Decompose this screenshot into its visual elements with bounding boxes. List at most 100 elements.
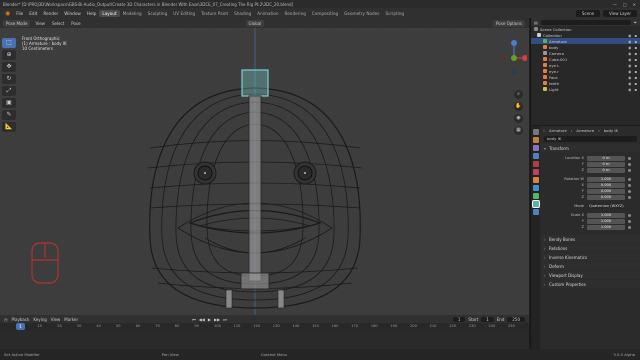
scene-tab-icon[interactable] — [532, 161, 539, 167]
menu-pose[interactable]: Pose — [69, 21, 82, 26]
move-icon[interactable]: ✥ — [2, 62, 16, 72]
render-toggle-icon[interactable]: ▪ — [634, 45, 637, 50]
eye-icon[interactable]: ◉ — [628, 57, 631, 62]
eye-icon[interactable]: ◉ — [628, 33, 631, 38]
render-toggle-icon[interactable]: ▪ — [634, 63, 637, 68]
pose-options-button[interactable]: Pose Options — [493, 19, 525, 27]
bone-constraint-tab-icon[interactable] — [532, 209, 539, 215]
mode-selector[interactable]: Pose Mode — [3, 19, 31, 27]
render-toggle-icon[interactable]: ▪ — [634, 87, 637, 92]
menu-render[interactable]: Render — [40, 11, 61, 16]
output-tab-icon[interactable] — [532, 145, 539, 151]
scene-selector[interactable]: Scene — [575, 9, 601, 17]
keyframe-dot-icon[interactable] — [628, 225, 631, 229]
scale-icon[interactable]: ⤢ — [2, 86, 16, 96]
eye-icon[interactable]: ◉ — [628, 69, 631, 74]
render-toggle-icon[interactable]: ▪ — [634, 51, 637, 56]
scale-y-field[interactable]: 1.000 — [587, 218, 625, 224]
eye-icon[interactable]: ◉ — [628, 75, 631, 80]
render-toggle-icon[interactable]: ▪ — [634, 57, 637, 62]
scale-z-field[interactable]: 1.000 — [587, 224, 625, 230]
tab-uv-editing[interactable]: UV Editing — [170, 10, 198, 17]
panel-relations[interactable]: › Relations — [541, 244, 640, 252]
keyframe-dot-icon[interactable] — [628, 177, 631, 181]
menu-window[interactable]: Window — [61, 11, 84, 16]
panel-bendy-bones[interactable]: › Bendy Bones — [541, 235, 640, 243]
view-layer-selector[interactable]: View Layer — [603, 9, 637, 17]
tab-scripting[interactable]: Scripting — [382, 10, 407, 17]
location-x-field[interactable]: 0 m — [587, 155, 625, 161]
menu-keying[interactable]: Keying — [33, 317, 46, 322]
rotation-z-field[interactable]: 0.000 — [587, 194, 625, 200]
prev-key-icon[interactable]: ◀◀ — [199, 317, 205, 322]
rotation-x-field[interactable]: 0.000 — [587, 182, 625, 188]
tab-compositing[interactable]: Compositing — [309, 10, 341, 17]
outliner-search-input[interactable] — [540, 19, 631, 25]
camera-view-icon[interactable]: ◉ — [514, 114, 523, 123]
eye-icon[interactable]: ◉ — [628, 39, 631, 44]
transform-panel-header[interactable]: ▾ Transform — [541, 144, 640, 152]
timeline-ruler[interactable]: 1 1 10 20 30 40 50 60 70 80 90 100 110 120 130 140 150 1… — [0, 323, 529, 331]
navigation-gizmo[interactable] — [501, 38, 527, 78]
outliner-item[interactable]: Light ◉ ▪ — [531, 86, 640, 92]
tab-sculpting[interactable]: Sculpting — [145, 10, 171, 17]
menu-timeline-view[interactable]: View — [51, 317, 61, 322]
keyframe-dot-icon[interactable] — [628, 162, 631, 166]
eye-icon[interactable]: ◉ — [628, 51, 631, 56]
blender-logo-icon[interactable]: ◉ — [2, 10, 13, 17]
menu-edit[interactable]: Edit — [26, 11, 40, 16]
keyframe-dot-icon[interactable] — [628, 183, 631, 187]
render-toggle-icon[interactable]: ▪ — [634, 33, 637, 38]
menu-playback[interactable]: Playback — [12, 317, 30, 322]
location-y-field[interactable]: 0 m — [587, 161, 625, 167]
tab-geometry-nodes[interactable]: Geometry Nodes — [341, 10, 382, 17]
tab-modeling[interactable]: Modeling — [120, 10, 145, 17]
menu-view[interactable]: View — [33, 21, 47, 26]
select-box-icon[interactable]: ⬚ — [2, 38, 16, 48]
measure-icon[interactable]: 📐 — [2, 122, 16, 132]
keyframe-dot-icon[interactable] — [628, 189, 631, 193]
location-z-field[interactable]: 0 m — [587, 167, 625, 173]
ortho-toggle-icon[interactable]: ▦ — [514, 126, 523, 135]
keyframe-dot-icon[interactable] — [628, 168, 631, 172]
jump-end-icon[interactable]: ⏭ — [223, 317, 227, 322]
render-tab-icon[interactable] — [532, 137, 539, 143]
end-frame-field[interactable]: 250 — [507, 316, 525, 322]
current-frame-field[interactable]: 1 — [452, 316, 466, 322]
panel-viewport-display[interactable]: › Viewport Display — [541, 271, 640, 279]
rotation-mode-dropdown[interactable]: Quaternion (WXYZ) — [587, 203, 625, 209]
modifier-tab-icon[interactable] — [532, 185, 539, 191]
timeline-editor-icon[interactable]: ◷ — [4, 317, 8, 322]
annotate-icon[interactable]: ✎ — [2, 110, 16, 120]
close-icon[interactable]: ✕ — [633, 2, 636, 7]
next-key-icon[interactable]: ▶▶ — [214, 317, 220, 322]
pan-icon[interactable]: ✋ — [514, 102, 523, 111]
eye-icon[interactable]: ◉ — [628, 81, 631, 86]
tab-rendering[interactable]: Rendering — [282, 10, 309, 17]
menu-select[interactable]: Select — [50, 21, 66, 26]
keyframe-dot-icon[interactable] — [628, 219, 631, 223]
zoom-icon[interactable]: ⌕ — [514, 90, 523, 99]
tool-tab-icon[interactable] — [532, 129, 539, 135]
rotation-y-field[interactable]: 0.000 — [587, 188, 625, 194]
render-toggle-icon[interactable]: ▪ — [634, 81, 637, 86]
keyframe-dot-icon[interactable] — [628, 156, 631, 160]
orientation-selector[interactable]: Global — [245, 19, 265, 27]
rotation-w-field[interactable]: 1.000 — [587, 176, 625, 182]
bone-name-field[interactable]: body IK — [544, 136, 637, 142]
filter-icon[interactable]: ⏷ — [634, 20, 637, 25]
play-icon[interactable]: ▶ — [208, 317, 211, 322]
outliner-display-icon[interactable]: ▤ — [534, 20, 538, 25]
panel-inverse-kinematics[interactable]: › Inverse Kinematics — [541, 253, 640, 261]
transform-icon[interactable]: ▣ — [2, 98, 16, 108]
maximize-icon[interactable]: □ — [623, 2, 627, 7]
render-toggle-icon[interactable]: ▪ — [634, 39, 637, 44]
minimize-icon[interactable]: — — [613, 2, 617, 7]
tab-shading[interactable]: Shading — [231, 10, 254, 17]
eye-icon[interactable]: ◉ — [628, 63, 631, 68]
armature-data-tab-icon[interactable] — [532, 193, 539, 199]
render-toggle-icon[interactable]: ▪ — [634, 75, 637, 80]
view-layer-tab-icon[interactable] — [532, 153, 539, 159]
object-tab-icon[interactable] — [532, 177, 539, 183]
rotate-icon[interactable]: ↻ — [2, 74, 16, 84]
